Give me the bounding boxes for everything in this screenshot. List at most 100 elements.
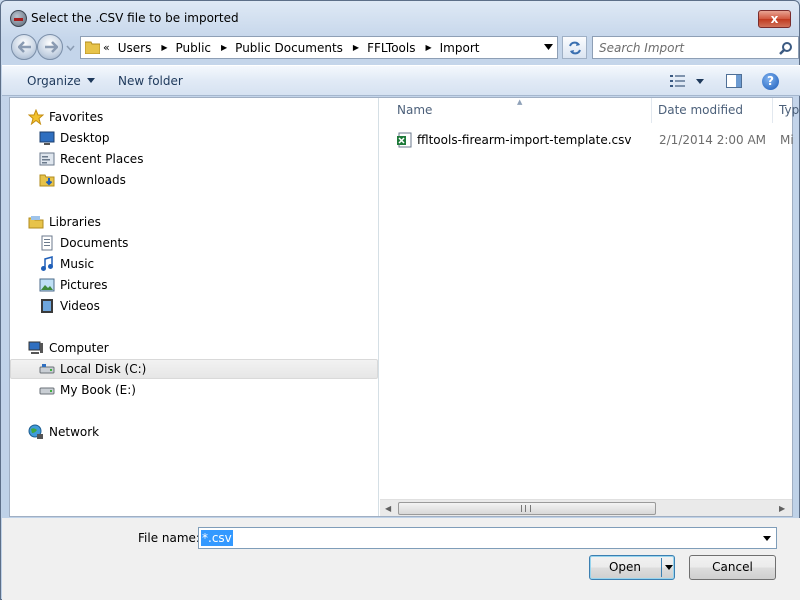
preview-pane-icon[interactable]	[726, 74, 742, 88]
new-folder-button[interactable]: New folder	[118, 74, 183, 88]
search-box[interactable]	[592, 36, 799, 59]
cancel-button[interactable]: Cancel	[689, 555, 776, 580]
external-drive-icon	[39, 382, 55, 398]
network-icon	[28, 424, 44, 440]
file-name-input[interactable]: *.csv	[198, 527, 777, 549]
back-arrow-icon	[18, 41, 31, 53]
column-header-date-modified[interactable]: Date modified	[658, 103, 743, 117]
chevron-right-icon[interactable]: ▶	[161, 43, 167, 52]
nav-item-downloads[interactable]: Downloads	[39, 170, 126, 190]
window-title: Select the .CSV file to be imported	[31, 11, 239, 25]
file-date-modified: 2/1/2014 2:00 AM	[659, 133, 767, 147]
chevron-right-icon[interactable]: ▶	[353, 43, 359, 52]
chevron-down-icon	[86, 78, 95, 83]
sort-ascending-icon: ▲	[517, 98, 523, 106]
column-header-type[interactable]: Typ	[779, 103, 799, 117]
star-icon	[27, 108, 45, 126]
nav-network[interactable]: Network	[28, 422, 99, 442]
dialog-footer: File name: *.csv Open Cancel	[2, 518, 800, 600]
breadcrumb-import[interactable]: Import	[440, 41, 480, 55]
file-row[interactable]: ffltools-firearm-import-template.csv	[396, 130, 632, 150]
nav-item-label: Local Disk (C:)	[60, 362, 147, 376]
chevron-right-icon[interactable]: ▶	[425, 43, 431, 52]
breadcrumb-ffltools[interactable]: FFLTools	[367, 41, 415, 55]
documents-icon	[39, 235, 55, 251]
nav-item-local-disk-c[interactable]: Local Disk (C:)	[10, 359, 378, 379]
file-name-value[interactable]: *.csv	[201, 530, 233, 546]
nav-computer-label: Computer	[49, 341, 109, 355]
file-name-label: File name:	[138, 531, 200, 545]
scroll-grip-icon	[521, 505, 531, 512]
nav-libraries-label: Libraries	[49, 215, 101, 229]
folder-icon	[85, 41, 100, 54]
nav-item-documents[interactable]: Documents	[39, 233, 128, 253]
navigation-pane: Favorites Desktop Recent Places Download…	[10, 98, 379, 516]
organize-menu-button[interactable]: Organize	[27, 74, 95, 88]
nav-item-label: Desktop	[60, 131, 110, 145]
breadcrumb-public[interactable]: Public	[176, 41, 212, 55]
close-button[interactable]: x	[758, 10, 791, 28]
column-divider[interactable]	[772, 98, 773, 123]
search-icon[interactable]	[779, 41, 793, 55]
open-button-label: Open	[608, 560, 642, 574]
nav-computer[interactable]: Computer	[28, 338, 109, 358]
address-bar[interactable]: « Users ▶ Public ▶ Public Documents ▶ FF…	[80, 36, 558, 59]
help-icon[interactable]: ?	[762, 73, 779, 90]
nav-favorites[interactable]: Favorites	[27, 107, 103, 127]
nav-libraries[interactable]: Libraries	[28, 212, 101, 232]
breadcrumb: « Users ▶ Public ▶ Public Documents ▶ FF…	[103, 37, 479, 58]
nav-item-label: Documents	[60, 236, 129, 250]
breadcrumb-overflow[interactable]: «	[103, 41, 110, 54]
chevron-right-icon[interactable]: ▶	[221, 43, 227, 52]
breadcrumb-public-documents[interactable]: Public Documents	[235, 41, 343, 55]
nav-network-label: Network	[49, 425, 100, 439]
scroll-left-icon[interactable]: ◀	[385, 504, 391, 513]
address-dropdown-icon[interactable]	[544, 44, 553, 50]
title-bar[interactable]: Select the .CSV file to be imported x	[1, 1, 799, 33]
column-header-row: ▲ Name Date modified Typ	[380, 98, 799, 123]
music-icon	[39, 256, 55, 272]
app-icon	[10, 10, 27, 27]
close-icon: x	[770, 12, 779, 26]
refresh-button[interactable]	[562, 36, 587, 59]
nav-item-label: Music	[60, 257, 95, 271]
column-divider[interactable]	[651, 98, 652, 123]
nav-item-desktop[interactable]: Desktop	[39, 128, 110, 148]
computer-icon	[28, 340, 44, 356]
search-input[interactable]	[593, 37, 773, 58]
scroll-right-icon[interactable]: ▶	[779, 504, 785, 513]
recent-places-icon	[39, 151, 55, 167]
forward-arrow-icon	[45, 41, 58, 53]
file-name-dropdown-icon[interactable]	[763, 536, 771, 541]
file-name: ffltools-firearm-import-template.csv	[417, 133, 632, 147]
forward-button[interactable]	[37, 34, 63, 60]
scroll-thumb[interactable]	[398, 502, 656, 515]
videos-icon	[39, 298, 55, 314]
column-header-name[interactable]: Name	[397, 103, 432, 117]
nav-item-label: Recent Places	[60, 152, 144, 166]
view-options-dropdown-icon[interactable]	[696, 79, 704, 84]
open-button[interactable]: Open	[589, 555, 675, 580]
pictures-icon	[39, 277, 55, 293]
open-options-dropdown-icon[interactable]	[665, 565, 673, 570]
nav-item-recent-places[interactable]: Recent Places	[39, 149, 143, 169]
back-button[interactable]	[11, 34, 37, 60]
nav-item-pictures[interactable]: Pictures	[39, 275, 108, 295]
libraries-icon	[28, 214, 44, 230]
horizontal-scrollbar[interactable]: ◀ ▶	[380, 499, 792, 516]
nav-item-music[interactable]: Music	[39, 254, 94, 274]
file-dialog-window: Select the .CSV file to be imported x « …	[0, 0, 800, 600]
change-view-icon[interactable]	[670, 74, 686, 88]
navigation-row: « Users ▶ Public ▶ Public Documents ▶ FF…	[9, 34, 799, 60]
file-list-pane: ▲ Name Date modified Typ ffltools-firear…	[380, 98, 799, 516]
organize-label: Organize	[27, 74, 81, 88]
nav-item-my-book-e[interactable]: My Book (E:)	[39, 380, 136, 400]
recent-pages-dropdown-icon[interactable]	[66, 43, 75, 52]
refresh-icon	[569, 41, 581, 55]
desktop-icon	[39, 130, 55, 146]
nav-item-videos[interactable]: Videos	[39, 296, 100, 316]
downloads-folder-icon	[39, 172, 55, 188]
nav-item-label: My Book (E:)	[60, 383, 136, 397]
nav-item-label: Videos	[60, 299, 100, 313]
breadcrumb-users[interactable]: Users	[118, 41, 152, 55]
